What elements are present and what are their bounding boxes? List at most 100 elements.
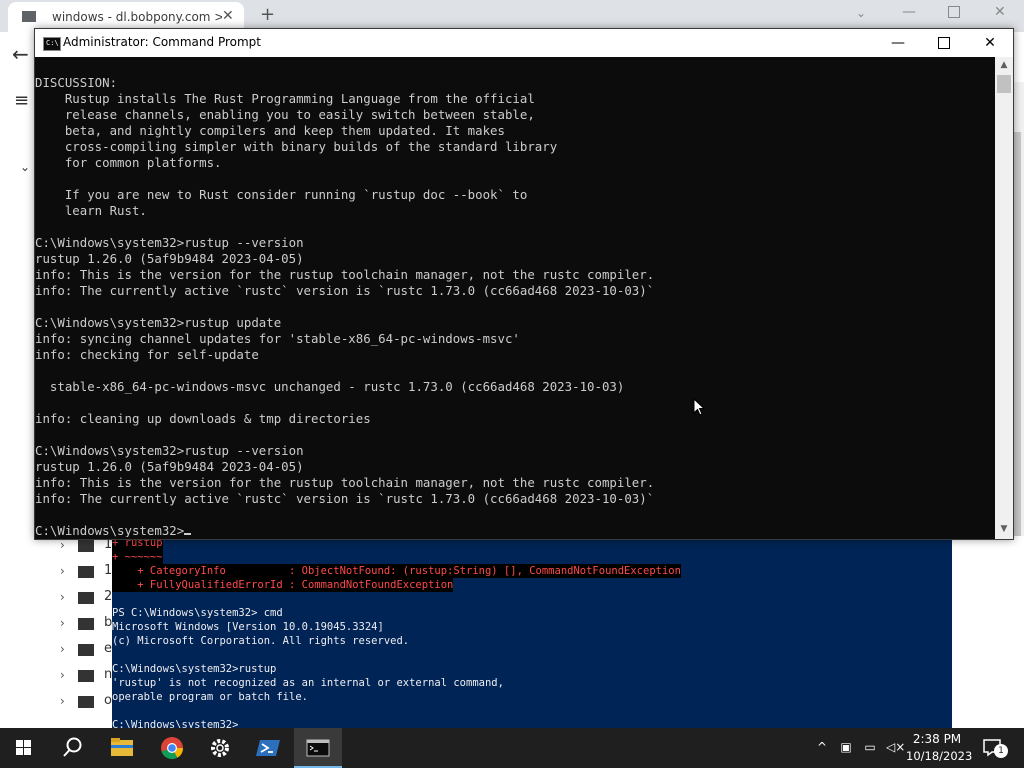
folder-icon	[78, 566, 94, 578]
start-icon	[16, 740, 31, 755]
console-line: beta, and nightly compilers and keep the…	[35, 123, 505, 138]
chevron-right-icon[interactable]: ›	[60, 642, 65, 656]
taskbar: ^ ▣ ▭ ◁× 2:38 PM 10/18/2023 1	[0, 728, 1024, 768]
show-hidden-icons-icon[interactable]: ^	[814, 740, 830, 756]
ps-line: C:\Windows\system32>rustup	[112, 663, 277, 675]
notification-center-button[interactable]: 1	[980, 728, 1024, 768]
settings-icon	[211, 739, 229, 757]
ps-line: C:\Windows\system32>	[112, 719, 239, 728]
tree-label: e	[104, 641, 112, 656]
network-icon[interactable]: ▭	[862, 740, 878, 756]
volume-muted-icon[interactable]: ◁×	[886, 740, 905, 756]
folder-icon	[78, 644, 94, 656]
command-prompt-icon	[306, 739, 330, 757]
ps-line: 'rustup' is not recognized as an interna…	[112, 677, 504, 689]
command-prompt-icon: C:\	[43, 37, 61, 51]
powershell-icon	[256, 740, 280, 756]
console-line: cross-compiling simpler with binary buil…	[35, 139, 558, 154]
console-line: info: This is the version for the rustup…	[35, 267, 655, 282]
chrome-button[interactable]	[148, 728, 196, 768]
tree-row[interactable]: › e	[60, 641, 120, 658]
chevron-right-icon[interactable]: ›	[60, 694, 65, 708]
ps-line: + ~~~~~~	[112, 550, 163, 564]
notification-count-badge: 1	[994, 744, 1008, 758]
chevron-right-icon[interactable]: ›	[60, 616, 65, 630]
file-explorer-icon	[111, 738, 133, 756]
folder-icon	[78, 592, 94, 604]
back-arrow-icon[interactable]: ←	[12, 42, 29, 66]
console-line: info: cleaning up downloads & tmp direct…	[35, 411, 371, 426]
powershell-window[interactable]: + rustup + ~~~~~~ + CategoryInfo : Objec…	[112, 536, 952, 728]
tree-label: o	[104, 693, 112, 708]
maximize-button[interactable]	[921, 29, 967, 57]
browser-content-strip	[952, 536, 1024, 728]
new-tab-icon[interactable]: +	[260, 4, 275, 25]
console-line: rustup 1.26.0 (5af9b9484 2023-04-05)	[35, 251, 304, 266]
tab-close-icon[interactable]: ✕	[222, 8, 234, 24]
tree-row[interactable]: › b	[60, 615, 120, 632]
ps-line: Microsoft Windows [Version 10.0.19045.33…	[112, 621, 384, 633]
console-line: learn Rust.	[35, 203, 147, 218]
tree-row[interactable]: › o	[60, 693, 120, 710]
search-button[interactable]	[48, 728, 96, 768]
clock-time[interactable]: 2:38 PM	[912, 732, 962, 746]
cmd-scrollbar[interactable]: ▲ ▼	[995, 57, 1013, 539]
file-explorer-button[interactable]	[98, 728, 146, 768]
text-cursor	[184, 533, 192, 535]
chevron-right-icon[interactable]: ›	[60, 590, 65, 604]
clock-date[interactable]: 10/18/2023	[906, 749, 972, 763]
tree-row[interactable]: › 1	[60, 563, 120, 580]
settings-button[interactable]	[196, 728, 244, 768]
chevron-down-icon[interactable]: ⌄	[20, 160, 30, 174]
maximize-icon	[938, 37, 950, 49]
console-line: C:\Windows\system32>rustup update	[35, 315, 282, 330]
browser-restore-icon[interactable]	[948, 6, 960, 18]
console-line: Rustup installs The Rust Programming Lan…	[35, 91, 535, 106]
browser-minimize-icon[interactable]: —	[902, 4, 916, 20]
command-prompt-button[interactable]	[294, 728, 342, 768]
tree-row[interactable]: › n	[60, 667, 120, 684]
console-line: for common platforms.	[35, 155, 222, 170]
console-line: release channels, enabling you to easily…	[35, 107, 535, 122]
console-line: C:\Windows\system32>rustup --version	[35, 235, 304, 250]
chevron-right-icon[interactable]: ›	[60, 538, 65, 552]
scroll-down-icon[interactable]: ▼	[995, 521, 1013, 537]
console-line: info: checking for self-update	[35, 347, 259, 362]
hamburger-menu-icon[interactable]: ≡	[14, 90, 29, 111]
ps-line: + CategoryInfo : ObjectNotFound: (rustup…	[112, 564, 681, 578]
scroll-up-icon[interactable]: ▲	[995, 57, 1013, 73]
tab-folder-icon	[22, 11, 36, 22]
chevron-right-icon[interactable]: ›	[60, 668, 65, 682]
browser-close-icon[interactable]: ✕	[994, 4, 1006, 20]
console-line: stable-x86_64-pc-windows-msvc unchanged …	[35, 379, 625, 394]
folder-icon	[78, 618, 94, 630]
tab-search-icon[interactable]: ⌄	[856, 6, 866, 20]
chevron-right-icon[interactable]: ›	[60, 564, 65, 578]
powershell-button[interactable]	[244, 728, 292, 768]
close-button[interactable]: ✕	[967, 29, 1013, 57]
folder-tree: › 1 › 1 › 2 › b › e › n › o	[40, 536, 112, 728]
console-line: info: The currently active `rustc` versi…	[35, 283, 655, 298]
minimize-button[interactable]: —	[875, 29, 921, 57]
defender-icon[interactable]: ▣	[838, 740, 854, 756]
console-output[interactable]: DISCUSSION: Rustup installs The Rust Pro…	[35, 57, 995, 537]
folder-icon	[78, 696, 94, 708]
prompt-text: C:\Windows\system32>	[35, 523, 185, 537]
cmd-title-bar[interactable]: C:\ Administrator: Command Prompt — ✕	[35, 29, 1013, 57]
console-line: info: The currently active `rustc` versi…	[35, 491, 655, 506]
folder-icon	[78, 670, 94, 682]
tree-row[interactable]: › 1	[60, 537, 120, 554]
start-button[interactable]	[0, 728, 48, 768]
console-line: info: This is the version for the rustup…	[35, 475, 655, 490]
ps-line: + FullyQualifiedErrorId : CommandNotFoun…	[112, 578, 454, 592]
tree-row[interactable]: › 2	[60, 589, 120, 606]
prompt-line[interactable]: C:\Windows\system32>	[35, 523, 192, 537]
folder-icon	[78, 540, 94, 552]
console-line: info: syncing channel updates for 'stabl…	[35, 331, 520, 346]
tree-label: n	[104, 667, 113, 682]
command-prompt-window[interactable]: C:\ Administrator: Command Prompt — ✕ DI…	[34, 28, 1014, 540]
ps-line: (c) Microsoft Corporation. All rights re…	[112, 635, 410, 647]
scroll-thumb[interactable]	[997, 75, 1011, 93]
ps-line: operable program or batch file.	[112, 691, 308, 703]
search-icon	[63, 737, 82, 757]
